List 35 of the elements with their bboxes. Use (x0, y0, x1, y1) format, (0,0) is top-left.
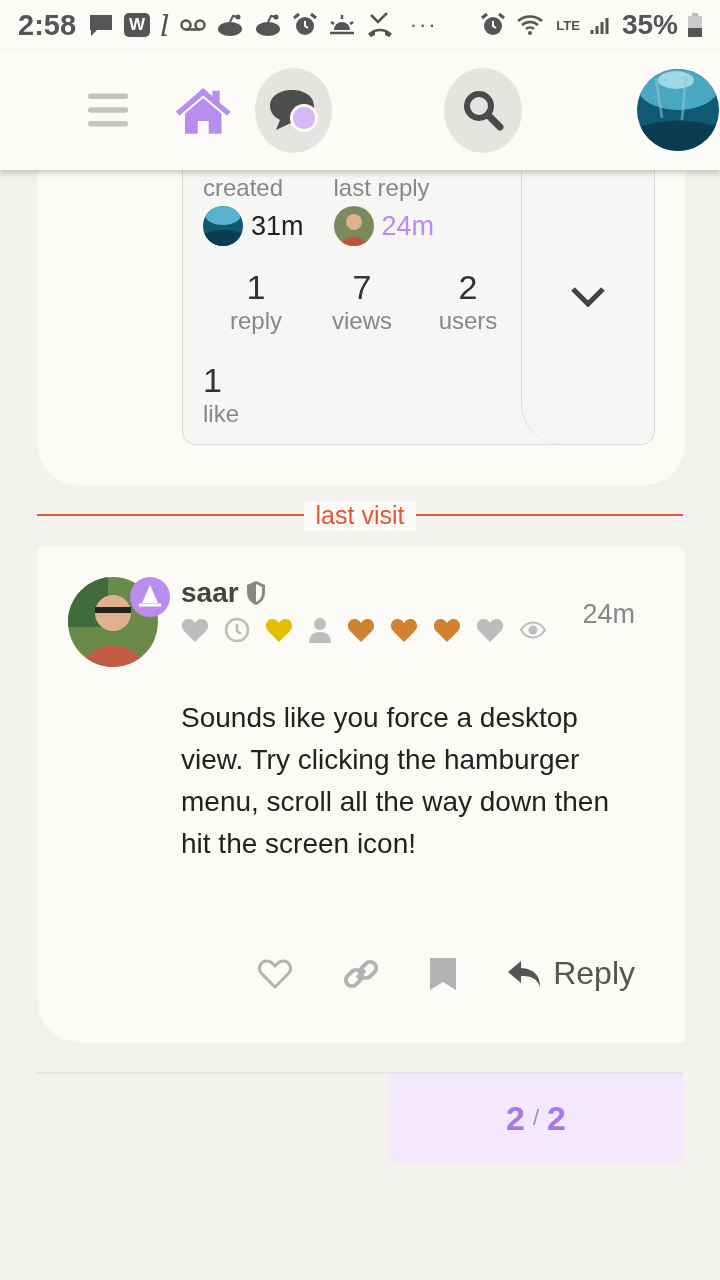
sunrise-icon (327, 13, 356, 37)
alarm-icon (291, 12, 318, 38)
last-visit-label: last visit (303, 500, 417, 530)
created-time: 31m (251, 210, 304, 242)
like-icon[interactable] (257, 957, 294, 990)
alarm-icon (480, 12, 507, 38)
count-label: reply (230, 307, 282, 335)
created-label: created (203, 174, 285, 202)
count-value: 2 (458, 268, 478, 307)
count-value: 1 (246, 268, 266, 307)
network-type: LTE (556, 17, 580, 33)
battery-percent: 35% (621, 9, 678, 41)
count-value: 7 (352, 268, 372, 307)
app-letter: l (160, 7, 170, 43)
reply-button[interactable]: Reply (507, 955, 635, 992)
status-time: 2:58 (18, 8, 77, 42)
last-reply-time: 24m (381, 210, 435, 242)
voicemail-icon (179, 18, 206, 32)
count-label: like (203, 400, 239, 428)
alien-head-icon (253, 13, 282, 37)
search-icon (461, 88, 506, 132)
post-body: Sounds like you force a desktop view. Try clicking the hamburger menu, scroll all the way down then hit the screen icon! (181, 701, 610, 861)
username[interactable]: saar (181, 577, 239, 609)
message-icon (88, 13, 115, 37)
wizard-hat-badge-icon (130, 577, 170, 617)
count-label: users (438, 307, 498, 335)
last-reply-label: last reply (333, 174, 431, 202)
app-badge: W (124, 13, 151, 37)
alien-head-icon (215, 13, 244, 37)
more-notifications: ··· (409, 12, 438, 38)
count-value: 1 (203, 361, 222, 400)
chevron-down-icon (570, 286, 606, 308)
count-label: views (332, 307, 392, 335)
battery-icon (688, 13, 702, 37)
bookmark-icon[interactable] (429, 956, 458, 991)
